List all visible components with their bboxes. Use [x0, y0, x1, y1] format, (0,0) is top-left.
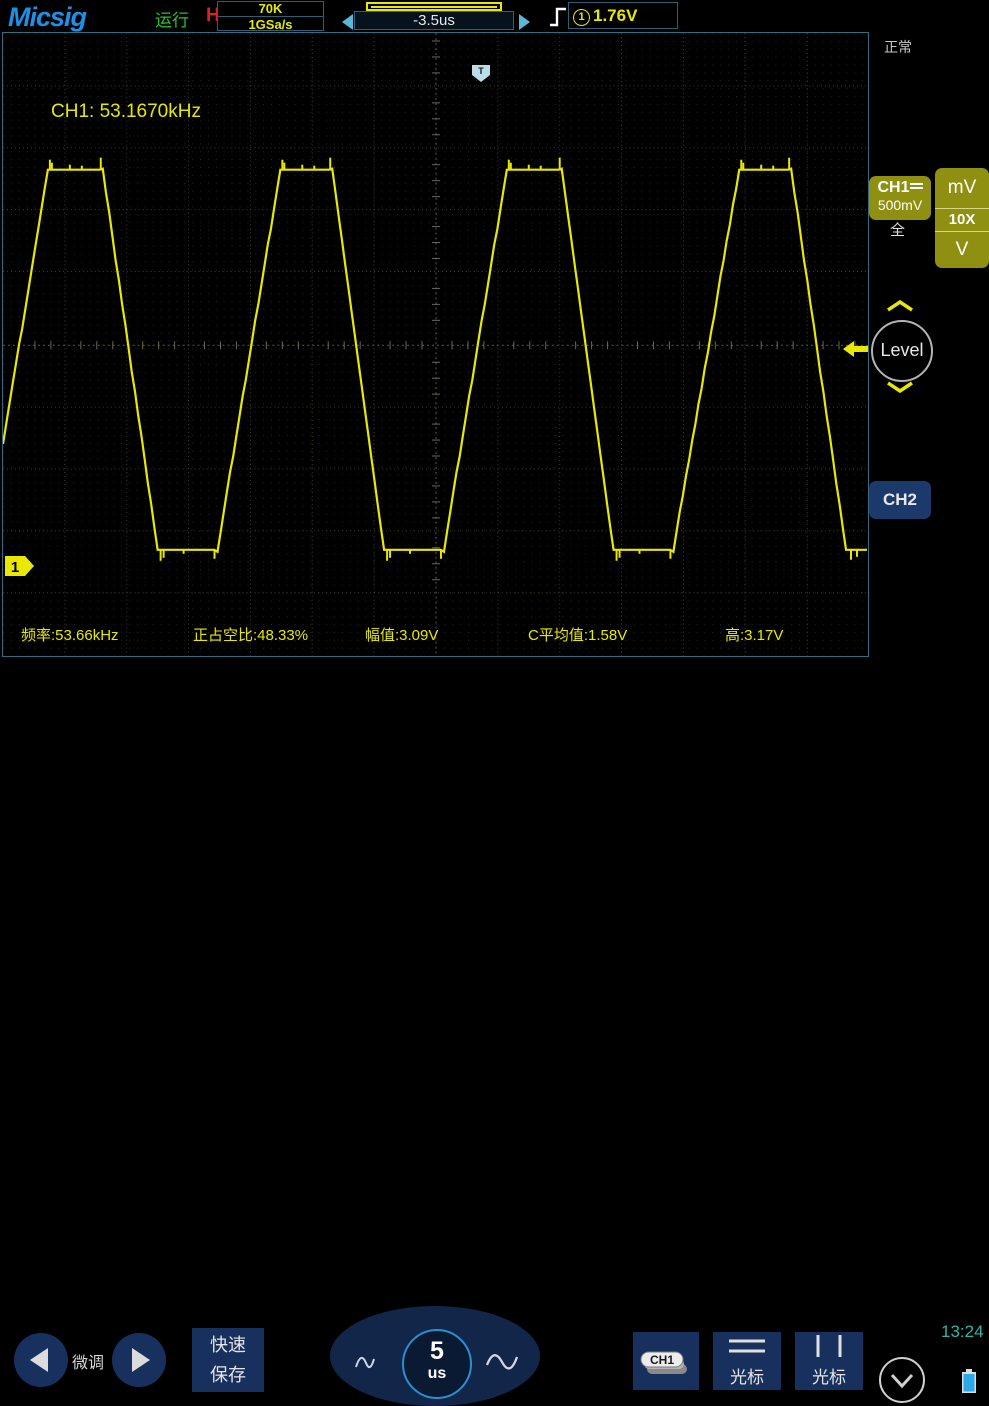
oscilloscope-screen: Micsig 运行 H 70K 1GSa/s -3.5us 1 1.76V CH…	[0, 0, 989, 1406]
quick-save-line2: 保存	[210, 1365, 246, 1385]
trigger-position-marker[interactable]: T	[472, 65, 490, 82]
ch1-label: CH1	[877, 179, 910, 196]
wave-expand-icon[interactable]	[485, 1349, 519, 1375]
measurement-item[interactable]: 频率:53.66kHz	[21, 624, 119, 645]
trigger-level-box[interactable]: 1 1.76V	[568, 2, 678, 29]
waveform-display[interactable]: CH1: 53.1670kHz T 1 频率:53.66kHz 正占空比:48.…	[2, 32, 869, 657]
run-state-label[interactable]: 运行	[155, 6, 189, 31]
ch1-settings-badge[interactable]: CH1 500mV	[869, 176, 931, 220]
bottom-toolbar: 微调 快速 保存 5 us CH1 光标 光标 13:24	[0, 657, 989, 1406]
trigger-level-arrow[interactable]	[843, 339, 869, 359]
trigger-source-badge: 1	[573, 9, 590, 26]
clock-label: 13:24	[941, 1322, 984, 1341]
triangle-right-icon	[132, 1348, 150, 1372]
timebase-dial[interactable]: 5 us	[330, 1306, 540, 1406]
waveform-trace	[3, 157, 867, 561]
unit-v-button[interactable]: V	[935, 232, 989, 268]
horizontal-cursor-label: 光标	[730, 1368, 764, 1387]
ch1-scale-value: 500mV	[877, 197, 923, 213]
probe-ratio-button[interactable]: 10X	[935, 208, 989, 232]
channel-frequency-label: CH1: 53.1670kHz	[51, 101, 201, 122]
wave-compress-icon[interactable]	[352, 1349, 386, 1375]
measurement-item[interactable]: C平均值:1.58V	[528, 624, 627, 645]
ch1-stack-button[interactable]: CH1	[633, 1332, 699, 1390]
trigger-level-knob[interactable]: Level	[871, 320, 933, 382]
top-status-bar: Micsig 运行 H 70K 1GSa/s -3.5us 1 1.76V	[0, 0, 989, 32]
triangle-left-icon	[30, 1348, 48, 1372]
chevron-up-icon[interactable]	[886, 300, 914, 312]
timebase-unit: us	[427, 1365, 447, 1382]
svg-text:T: T	[478, 66, 484, 76]
brand-logo: Micsig	[8, 2, 87, 32]
svg-text:1: 1	[11, 559, 19, 576]
rising-edge-icon	[550, 7, 566, 27]
timebase-offset-control[interactable]: -3.5us	[340, 2, 530, 30]
ch1-bandwidth-label: 全	[890, 222, 906, 239]
ch2-button[interactable]: CH2	[869, 481, 931, 519]
trigger-mode-label: 正常	[884, 39, 912, 55]
vertical-cursor-label: 光标	[812, 1368, 846, 1387]
fine-tune-label: 微调	[72, 1355, 105, 1372]
measurement-item[interactable]: 高:3.17V	[725, 624, 783, 645]
expand-menu-button[interactable]	[879, 1357, 925, 1403]
measurement-item[interactable]: 幅值:3.09V	[365, 624, 438, 645]
stacked-cards-icon: CH1	[640, 1351, 687, 1374]
vertical-cursor-button[interactable]: 光标	[795, 1332, 863, 1390]
memory-depth-value: 70K	[258, 1, 283, 16]
arrow-left-icon[interactable]	[342, 14, 353, 30]
trigger-level-value: 1.76V	[593, 6, 638, 25]
unit-mv-button[interactable]: mV	[935, 168, 989, 208]
horizontal-cursor-icon	[729, 1339, 765, 1353]
quick-save-button[interactable]: 快速 保存	[192, 1328, 264, 1392]
acquisition-info-box[interactable]: 70K 1GSa/s	[217, 1, 324, 32]
horizontal-cursor-button[interactable]: 光标	[713, 1332, 781, 1390]
vertical-cursor-icon	[816, 1335, 842, 1357]
measurement-item[interactable]: 正占空比:48.33%	[193, 624, 308, 645]
arrow-right-icon[interactable]	[519, 14, 530, 30]
timebase-number: 5	[430, 1337, 444, 1365]
dc-coupling-icon	[909, 183, 923, 189]
chevron-down-circle-icon	[890, 1373, 914, 1389]
quick-save-line1: 快速	[210, 1335, 246, 1355]
fine-tune-prev-button[interactable]	[14, 1333, 68, 1387]
fine-tune-next-button[interactable]	[112, 1333, 166, 1387]
timebase-value-circle[interactable]: 5 us	[402, 1329, 472, 1399]
battery-icon	[962, 1369, 976, 1393]
memory-position-bar	[366, 2, 502, 11]
timebase-offset-value: -3.5us	[354, 11, 514, 30]
sample-rate-value: 1GSa/s	[218, 16, 323, 32]
measurement-bar: 频率:53.66kHz 正占空比:48.33% 幅值:3.09V C平均值:1.…	[3, 616, 868, 656]
ground-reference-marker[interactable]: 1	[5, 555, 35, 577]
volts-div-stepper[interactable]: mV 10X V	[935, 168, 989, 268]
svg-text:CH1: CH1	[650, 1353, 674, 1367]
chevron-down-icon[interactable]	[886, 381, 914, 393]
